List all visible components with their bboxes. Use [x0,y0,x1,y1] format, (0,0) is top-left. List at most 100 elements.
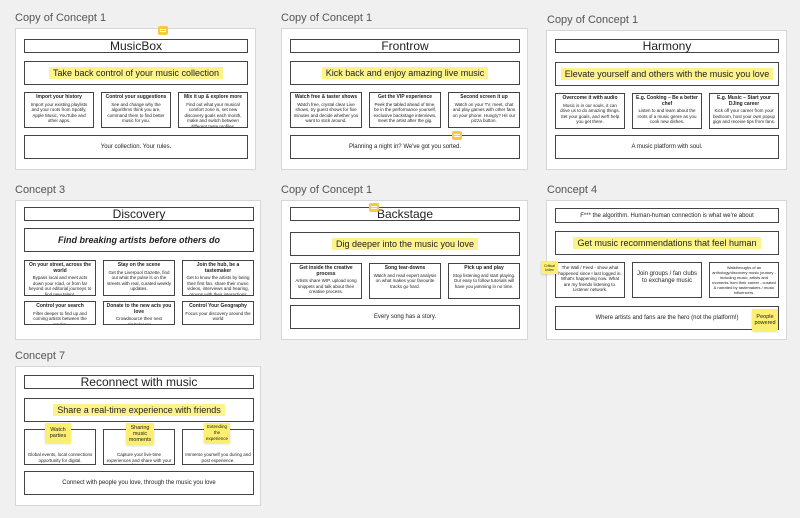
sticky-note-people[interactable]: People powered [752,309,778,331]
feature-text: Peek the tabled ahead of time, be in the… [373,101,437,124]
feature-text: Bypass local and meet acts down your roa… [28,275,92,296]
card-title: Backstage [290,207,520,221]
feature-box: Join the hub, be a tastemaker Get to know… [182,260,254,296]
sticky-note[interactable]: Watch parties [45,423,71,443]
feature-heading: Import your history [36,94,82,100]
feature-box: Mix it up & explore more Find out what yo… [178,92,248,128]
frame-label-discovery[interactable]: Concept 3 [15,184,65,196]
feature-text: Global events, local connections opportu… [27,452,93,463]
card-footer: Planning a night in? We've got you sorte… [290,135,520,159]
frame-label-concept4[interactable]: Concept 4 [547,184,597,196]
feature-text: Artists share WIP, upload song snippets … [295,278,357,294]
tagline: Get music recommendations that feel huma… [573,237,761,249]
card-title: Harmony [555,39,779,53]
frame-label-musicbox[interactable]: Copy of Concept 1 [15,12,106,24]
feature-box: Second screen it up Watch on your TV, mee… [448,92,520,128]
feature-box: Control Your Geography Focus your discove… [182,301,254,325]
feature-box: Control your suggestions See and change w… [101,92,171,128]
feature-box: On your street, across the world Bypass l… [24,260,96,296]
feature-text: See and change why the algorithms think … [107,101,165,124]
comment-icon[interactable] [158,26,168,35]
card-discovery[interactable]: Discovery Find breaking artists before o… [15,200,261,340]
comment-icon[interactable] [369,203,379,212]
feature-heading: Control your search [36,303,84,309]
feature-box: Watch free & taster shows Watch free, cry… [290,92,362,128]
feature-heading: Overcome it with audio [562,95,618,101]
card-title: Reconnect with music [24,375,254,389]
feature-text: Watch and read expert analysis on what m… [373,272,437,289]
sticky-note-critical[interactable]: Critical Index [541,261,558,274]
feature-text: Capture your live-time experiences and s… [106,452,172,464]
feature-box: Join groups / fan clubs to exchange musi… [632,262,702,298]
sticky-note[interactable]: Sharing music moments [126,423,154,445]
card-title: Discovery [24,207,254,221]
feature-heading: Control your suggestions [105,94,167,100]
feature-box: The Wall / Feed - show what happened sin… [555,262,625,298]
feature-box: Walkthroughs of an anthology/discovery m… [709,262,779,298]
frame-label-backstage[interactable]: Copy of Concept 1 [281,184,372,196]
feature-text: Kick off your career from your bedroom, … [712,108,776,124]
feature-box: Import your history Import your existing … [24,92,94,128]
card-frontrow[interactable]: Frontrow Kick back and enjoy amazing liv… [281,28,528,170]
feature-heading: Song tear-downs [384,265,426,271]
card-title: MusicBox [24,39,248,53]
feature-heading: Donate to the new acts you love [106,303,172,315]
feature-heading: Mix it up & explore more [183,94,243,100]
feature-heading: Watch free & taster shows [294,94,358,100]
card-title: Frontrow [290,39,520,53]
feature-text: Immerse yourself you during and post exp… [185,452,251,463]
card-concept4[interactable]: F*** the algorithm. Human-human connecti… [546,200,787,340]
feature-text: Crowdsource their next gig/release! [115,316,163,325]
card-harmony[interactable]: Harmony Elevate yourself and others with… [546,30,787,170]
tagline: Find breaking artists before others do [57,235,221,245]
feature-text: Walkthroughs of an anthology/discovery m… [712,265,776,295]
tagline-box: Dig deeper into the music you love [290,232,520,256]
tagline-box: Take back control of your music collecti… [24,61,248,85]
feature-text: Join groups / fan clubs to exchange musi… [636,271,698,284]
feature-text: Filter deeper to find up and coming arti… [33,310,87,325]
tagline: Share a real-time experience with friend… [53,404,225,416]
tagline-box: Elevate yourself and others with the mus… [555,62,779,86]
feature-text: Get the Liverpool Gazette, find out what… [106,269,172,292]
feature-text: Stop listening and start playing. Our ea… [452,272,516,289]
feature-text: Focus your discovery around the world [185,310,251,322]
feature-text: Get to know the artists by being their f… [186,275,250,296]
feature-box: E.g. Cooking – Be a better chef Listen to… [632,93,702,129]
sticky-note[interactable]: Extending the experience [204,423,230,443]
frame-label-frontrow[interactable]: Copy of Concept 1 [281,12,372,24]
feature-heading: Pick up and play [464,265,504,271]
card-footer: A music platform with soul. [555,135,779,159]
card-musicbox[interactable]: MusicBox Take back control of your music… [15,28,256,170]
feature-box: Control your search Filter deeper to find… [24,301,96,325]
card-footer: Every song has a story. [290,305,520,329]
feature-box: Get the VIP experience Peek the tabled ah… [369,92,441,128]
frame-label-harmony[interactable]: Copy of Concept 1 [547,14,638,26]
feature-heading: On your street, across the world [29,262,91,274]
feature-box: Stay on the scene Get the Liverpool Gazet… [103,260,175,296]
feature-box: Donate to the new acts you love Crowdsour… [103,301,175,325]
feature-text: Listen to and learn about the roots of a… [637,108,697,124]
tagline: Elevate yourself and others with the mus… [560,68,774,80]
feature-text: Watch free, crystal clear Live shows, tr… [293,101,359,124]
comment-icon[interactable] [452,131,462,140]
tagline: Kick back and enjoy amazing live music [321,67,489,79]
feature-heading: E.g. Cooking – Be a better chef [636,95,698,107]
frame-label-reconnect[interactable]: Concept 7 [15,350,65,362]
tagline-box: Get music recommendations that feel huma… [555,231,779,255]
feature-text: Find out what your musical comfort zone … [184,101,242,128]
tagline: Take back control of your music collecti… [48,67,224,79]
card-footer: Your collection. Your rules. [24,135,248,159]
feature-box: Song tear-downs Watch and read expert ana… [369,263,441,299]
tagline-box: Find breaking artists before others do [24,228,254,252]
feature-heading: Get inside the creative process [299,265,353,277]
feature-text: The Wall / Feed - show what happened sin… [558,265,622,292]
tagline-box: Kick back and enjoy amazing live music [290,61,520,85]
feature-text: Import your existing playlists and your … [30,101,88,124]
card-title: F*** the algorithm. Human-human connecti… [555,208,779,223]
card-backstage[interactable]: Backstage Dig deeper into the music you … [281,200,528,340]
feature-heading: Join the hub, be a tastemaker [196,262,240,274]
feature-box: Get inside the creative process Artists s… [290,263,362,299]
card-footer: Connect with people you love, through th… [24,471,254,495]
feature-box: E.g. Music – Start your DJing career Kick… [709,93,779,129]
feature-heading: Control Your Geography [189,303,247,309]
